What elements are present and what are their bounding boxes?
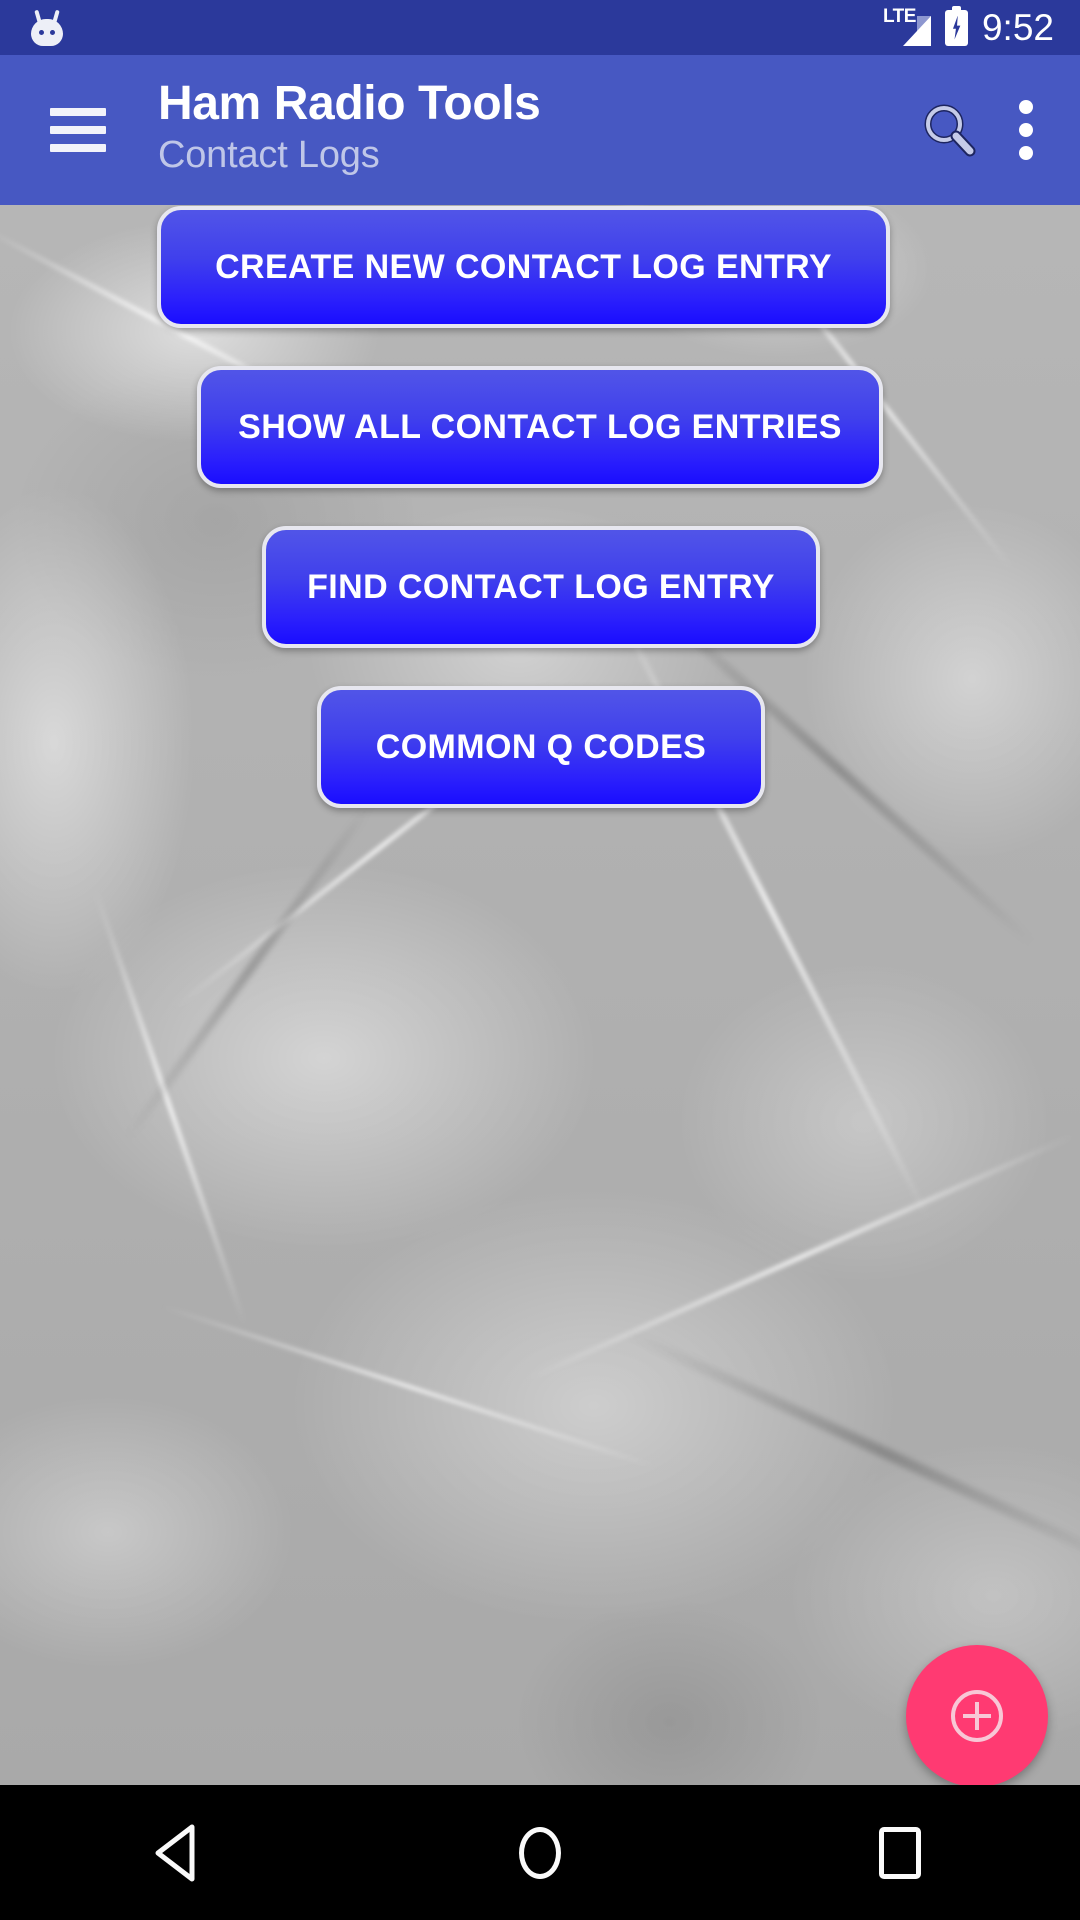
app-bar-titles: Ham Radio Tools Contact Logs [158, 76, 541, 182]
common-q-codes-button[interactable]: COMMON Q CODES [317, 686, 765, 808]
signal-bars-icon: LTE [883, 7, 931, 48]
menu-line-3 [50, 144, 106, 152]
menu-line-1 [50, 108, 106, 116]
phone-screen: LTE 9:52 Ham Radio Tools Contact Logs CR… [0, 0, 1080, 1920]
add-circle-icon [951, 1690, 1003, 1742]
page-subtitle: Contact Logs [158, 133, 380, 176]
nav-back-button[interactable] [0, 1785, 360, 1920]
page-title: Ham Radio Tools [158, 76, 541, 130]
find-contact-log-entry-button[interactable]: FIND CONTACT LOG ENTRY [262, 526, 820, 648]
show-all-contact-log-entries-button[interactable]: SHOW ALL CONTACT LOG ENTRIES [197, 366, 883, 488]
nav-home-button[interactable] [360, 1785, 720, 1920]
recents-square-icon [879, 1826, 921, 1879]
search-icon[interactable] [918, 99, 980, 161]
more-vertical-icon[interactable] [1019, 99, 1036, 161]
status-bar: LTE 9:52 [0, 0, 1080, 55]
add-fab-button[interactable] [906, 1645, 1048, 1785]
android-navigation-bar [0, 1785, 1080, 1920]
android-eye-left [39, 29, 44, 35]
status-bar-clock: 9:52 [981, 7, 1054, 48]
signal-triangle [902, 15, 931, 46]
battery-charging-icon [944, 5, 968, 46]
status-bar-right-group: LTE 9:52 [883, 5, 1054, 48]
app-bar-actions [918, 99, 1036, 161]
home-circle-icon [519, 1826, 561, 1879]
battery-bolt-glyph [952, 15, 961, 40]
action-button-stack: CREATE NEW CONTACT LOG ENTRY SHOW ALL CO… [0, 205, 1080, 1785]
hamburger-menu-icon[interactable] [50, 108, 106, 152]
android-eye-right [50, 29, 55, 35]
create-new-contact-log-entry-button[interactable]: CREATE NEW CONTACT LOG ENTRY [157, 206, 890, 328]
app-bar: Ham Radio Tools Contact Logs [0, 55, 1080, 205]
overflow-dot-3 [1019, 146, 1033, 160]
android-head-icon [28, 9, 66, 46]
menu-line-2 [50, 126, 106, 134]
back-triangle-icon [155, 1824, 195, 1881]
main-content: CREATE NEW CONTACT LOG ENTRY SHOW ALL CO… [0, 205, 1080, 1785]
overflow-dot-2 [1019, 123, 1033, 137]
android-head-body [31, 18, 63, 46]
nav-recents-button[interactable] [720, 1785, 1080, 1920]
overflow-dot-1 [1019, 100, 1033, 114]
